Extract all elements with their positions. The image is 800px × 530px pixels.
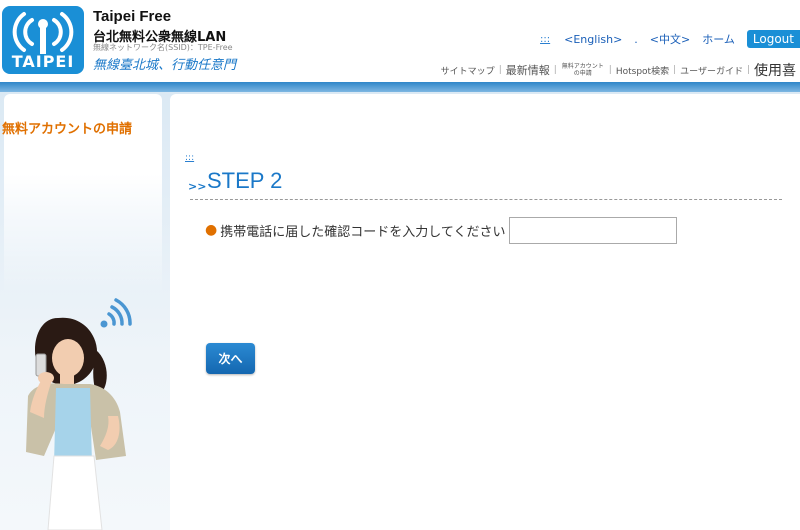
- next-button[interactable]: 次へ: [206, 343, 255, 374]
- chinese-link[interactable]: <中文>: [650, 31, 690, 47]
- dashed-divider: [190, 199, 782, 200]
- step-title: STEP 2: [207, 168, 283, 193]
- menu-item-free-account[interactable]: 無料アカウント の申請: [557, 63, 609, 77]
- confirmation-code-input[interactable]: [509, 216, 678, 244]
- main-panel: [170, 94, 800, 530]
- menu-item-faq[interactable]: 使用喜: [750, 60, 800, 80]
- accesskey-link[interactable]: :::: [540, 34, 550, 45]
- header-bar: [0, 82, 800, 92]
- language-bar: ::: <English> . <中文> ホーム Logout: [540, 30, 800, 48]
- logout-button[interactable]: Logout: [746, 30, 800, 48]
- menu-item-news[interactable]: 最新情報: [502, 62, 554, 78]
- woman-with-phone-illustration: [26, 298, 132, 530]
- taipei-free-logo[interactable]: TAIPEI: [2, 6, 84, 74]
- bullet-icon: ●: [205, 222, 218, 238]
- top-menu: サイトマップ | 最新情報 | 無料アカウント の申請 | Hotspot検索 …: [437, 60, 800, 80]
- brand-slogan: 無線臺北城、行動任意門: [93, 58, 237, 73]
- menu-item-sitemap[interactable]: サイトマップ: [437, 64, 499, 77]
- brand-ssid: 無線ネットワーク名(SSID)：TPE-Free: [93, 43, 233, 52]
- brand-title: Taipei Free: [93, 8, 172, 25]
- breadcrumb-link[interactable]: :::: [185, 153, 194, 163]
- step-arrows-icon: >>: [188, 180, 207, 193]
- menu-item-hotspot[interactable]: Hotspot検索: [612, 64, 673, 77]
- confirmation-code-row: ● 携帯電話に届した確認コードを入力してください: [205, 216, 678, 244]
- logo-text: TAIPEI: [11, 52, 75, 71]
- confirmation-code-label: 携帯電話に届した確認コードを入力してください: [220, 224, 506, 240]
- english-link[interactable]: <English>: [564, 33, 622, 46]
- separator-dot: .: [634, 32, 638, 46]
- header: TAIPEI Taipei Free 台北無料公衆無線LAN 無線ネットワーク名…: [0, 0, 800, 84]
- home-link[interactable]: ホーム: [702, 31, 735, 47]
- sidebar-title: 無料アカウントの申請: [2, 122, 133, 137]
- menu-item-user-guide[interactable]: ユーザーガイド: [676, 64, 747, 77]
- wifi-signal-icon: [100, 298, 132, 328]
